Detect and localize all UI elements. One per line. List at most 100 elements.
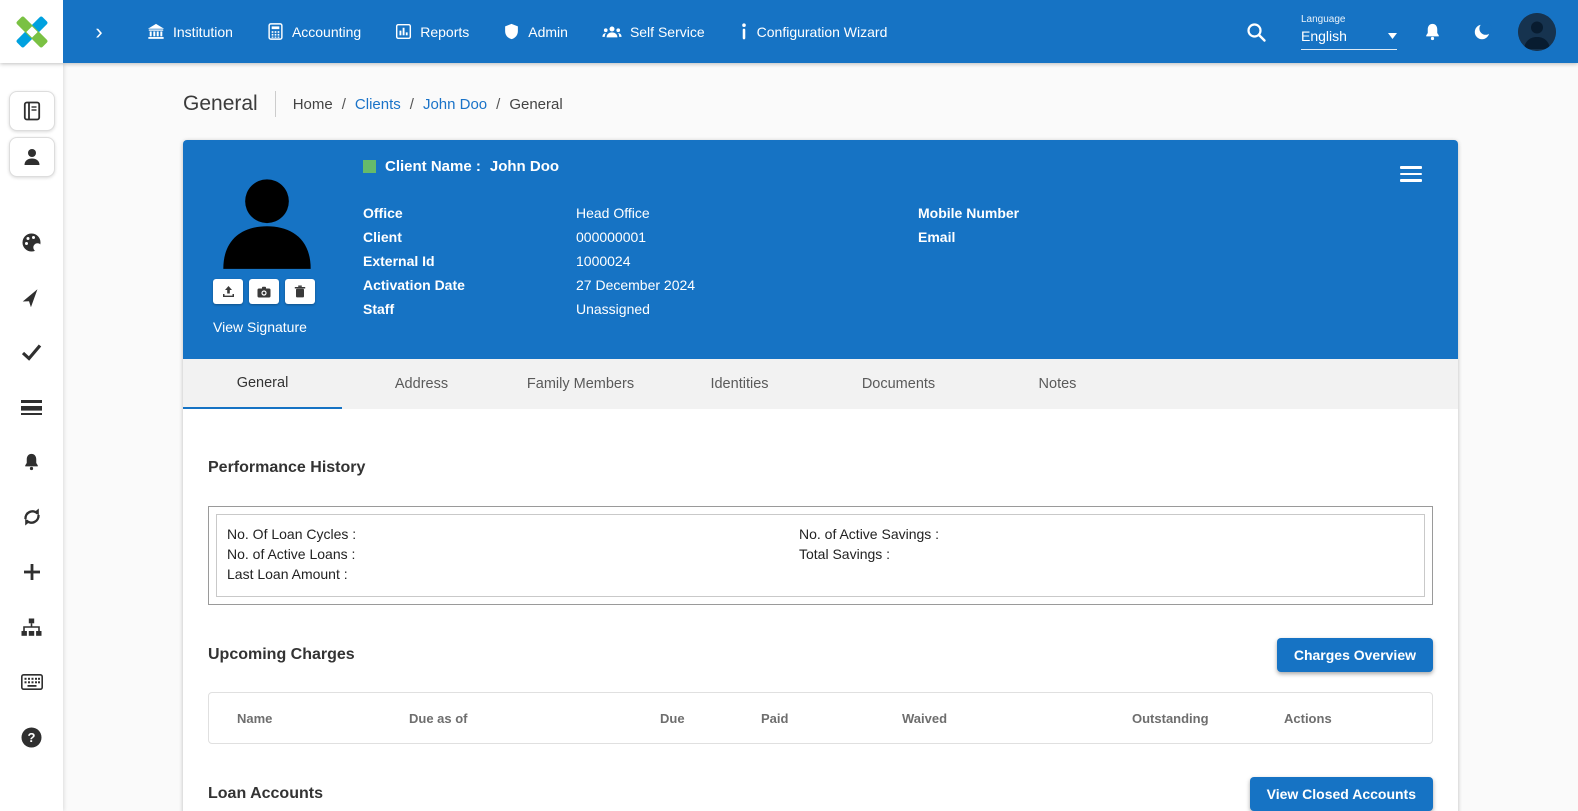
column-actions: Actions xyxy=(1284,710,1332,726)
field-label: Office xyxy=(363,205,403,221)
charges-overview-button[interactable]: Charges Overview xyxy=(1276,638,1433,672)
notifications-button[interactable] xyxy=(1419,18,1446,46)
breadcrumb-home[interactable]: Home xyxy=(293,96,333,113)
check-icon xyxy=(21,344,42,361)
breadcrumb-separator: / xyxy=(341,95,346,113)
help-icon: ? xyxy=(21,727,42,747)
info-icon xyxy=(739,23,749,40)
client-name-value: John Doo xyxy=(489,158,560,175)
view-closed-accounts-button[interactable]: View Closed Accounts xyxy=(1249,777,1433,811)
sidebar-collapse-chevron[interactable]: › xyxy=(77,10,121,54)
breadcrumb-separator: / xyxy=(409,95,414,113)
photo-buttons xyxy=(213,279,345,304)
nav-self-service[interactable]: Self Service xyxy=(602,23,705,40)
tab-family-members[interactable]: Family Members xyxy=(501,359,660,409)
nav-reports[interactable]: Reports xyxy=(395,23,469,40)
sidebar-item-navigation[interactable] xyxy=(22,286,42,308)
status-active-indicator xyxy=(363,160,376,173)
tab-address[interactable]: Address xyxy=(342,359,501,409)
sidebar-item-activity-stream[interactable] xyxy=(21,396,42,418)
nav-label: Configuration Wizard xyxy=(756,23,888,40)
field-value: 1000024 xyxy=(576,253,631,269)
tab-general[interactable]: General xyxy=(183,359,342,409)
delete-photo-button[interactable] xyxy=(285,279,315,304)
sidebar-item-hierarchy[interactable] xyxy=(21,616,42,638)
sidebar-item-help[interactable]: ? xyxy=(21,726,42,748)
total-savings-label: Total Savings : xyxy=(799,546,891,562)
nav-institution[interactable]: Institution xyxy=(147,23,233,41)
tab-identities[interactable]: Identities xyxy=(660,359,819,409)
capture-photo-button[interactable] xyxy=(249,279,279,304)
search-button[interactable] xyxy=(1241,17,1271,47)
tab-notes[interactable]: Notes xyxy=(978,359,1137,409)
tab-documents[interactable]: Documents xyxy=(819,359,978,409)
client-photo-column: View Signature xyxy=(213,172,345,335)
bell-icon xyxy=(1426,23,1439,40)
loan-cycles-label: No. Of Loan Cycles : xyxy=(227,526,357,542)
sidebar-item-notifications[interactable] xyxy=(22,451,41,473)
sidebar-shortcut-clients[interactable] xyxy=(8,137,55,177)
breadcrumb-client-name-link[interactable]: John Doo xyxy=(423,96,487,113)
active-savings-label: No. of Active Savings : xyxy=(799,526,940,542)
field-label: Email xyxy=(918,229,956,245)
chevron-down-icon xyxy=(1388,32,1397,39)
field-label: Activation Date xyxy=(363,277,465,293)
sync-icon xyxy=(23,508,40,526)
user-menu-button[interactable] xyxy=(1518,12,1556,51)
client-avatar-silhouette xyxy=(223,179,311,269)
dark-mode-toggle[interactable] xyxy=(1468,18,1496,46)
field-label: Client xyxy=(363,229,402,245)
nav-label: Admin xyxy=(528,23,568,40)
upcoming-charges-title: Upcoming Charges xyxy=(208,646,355,663)
moon-icon xyxy=(1474,21,1492,39)
field-value: 000000001 xyxy=(576,229,647,245)
topbar-right: Language English xyxy=(1241,12,1578,51)
language-control: Language English xyxy=(1301,14,1397,50)
loan-accounts-row: Loan Accounts View Closed Accounts xyxy=(208,777,1433,811)
view-signature-link[interactable]: View Signature xyxy=(213,319,345,335)
mifos-logo-icon xyxy=(16,16,47,47)
navigation-icon xyxy=(22,289,37,307)
field-value: Unassigned xyxy=(576,301,650,317)
app-logo[interactable] xyxy=(0,0,63,63)
client-name-row: Client Name : John Doo xyxy=(363,158,1428,175)
stream-icon xyxy=(21,399,42,415)
sidebar-shortcut-journal[interactable] xyxy=(8,91,55,131)
sidebar-item-collections[interactable] xyxy=(21,231,42,253)
nav-label: Accounting xyxy=(291,23,362,40)
active-loans-label: No. of Active Loans : xyxy=(227,546,356,562)
sidebar-item-keyboard-shortcuts[interactable] xyxy=(20,671,43,693)
nav-admin[interactable]: Admin xyxy=(503,23,568,40)
main-content: General Home / Clients / John Doo / Gene… xyxy=(63,63,1578,811)
sidebar-item-create[interactable] xyxy=(23,561,41,583)
performance-history-box: No. Of Loan Cycles : No. of Active Loans… xyxy=(208,506,1433,605)
language-select[interactable]: English xyxy=(1301,28,1397,50)
top-navigation: Institution Accounting Reports Admin Sel… xyxy=(147,23,887,41)
field-value: 27 December 2024 xyxy=(576,277,696,293)
column-waived: Waived xyxy=(902,710,948,726)
loan-accounts-title: Loan Accounts xyxy=(208,785,323,802)
page-title: General xyxy=(183,92,258,115)
column-paid: Paid xyxy=(761,710,789,726)
clients-icon xyxy=(24,149,39,165)
column-due-as-of: Due as of xyxy=(409,710,468,726)
client-actions-menu-button[interactable] xyxy=(1400,162,1422,186)
palette-icon xyxy=(22,233,42,252)
nav-accounting[interactable]: Accounting xyxy=(267,23,361,40)
trash-icon xyxy=(294,285,306,298)
breadcrumb-clients-link[interactable]: Clients xyxy=(355,96,401,113)
nav-label: Institution xyxy=(173,23,233,40)
sidebar-item-approvals[interactable] xyxy=(21,341,42,363)
field-value: Head Office xyxy=(576,205,650,221)
nav-configuration-wizard[interactable]: Configuration Wizard xyxy=(739,23,888,40)
upload-photo-button[interactable] xyxy=(213,279,243,304)
language-label: Language xyxy=(1301,13,1346,25)
shield-icon xyxy=(503,23,520,40)
chart-icon xyxy=(395,23,412,40)
charges-table-header: Name Due as of Due Paid Waived Outstandi… xyxy=(208,692,1433,744)
sidebar-item-sync[interactable] xyxy=(22,506,42,528)
search-icon xyxy=(1247,22,1266,42)
field-label: Mobile Number xyxy=(918,205,1020,221)
calculator-icon xyxy=(267,23,284,40)
client-tabs: General Address Family Members Identitie… xyxy=(183,359,1458,409)
